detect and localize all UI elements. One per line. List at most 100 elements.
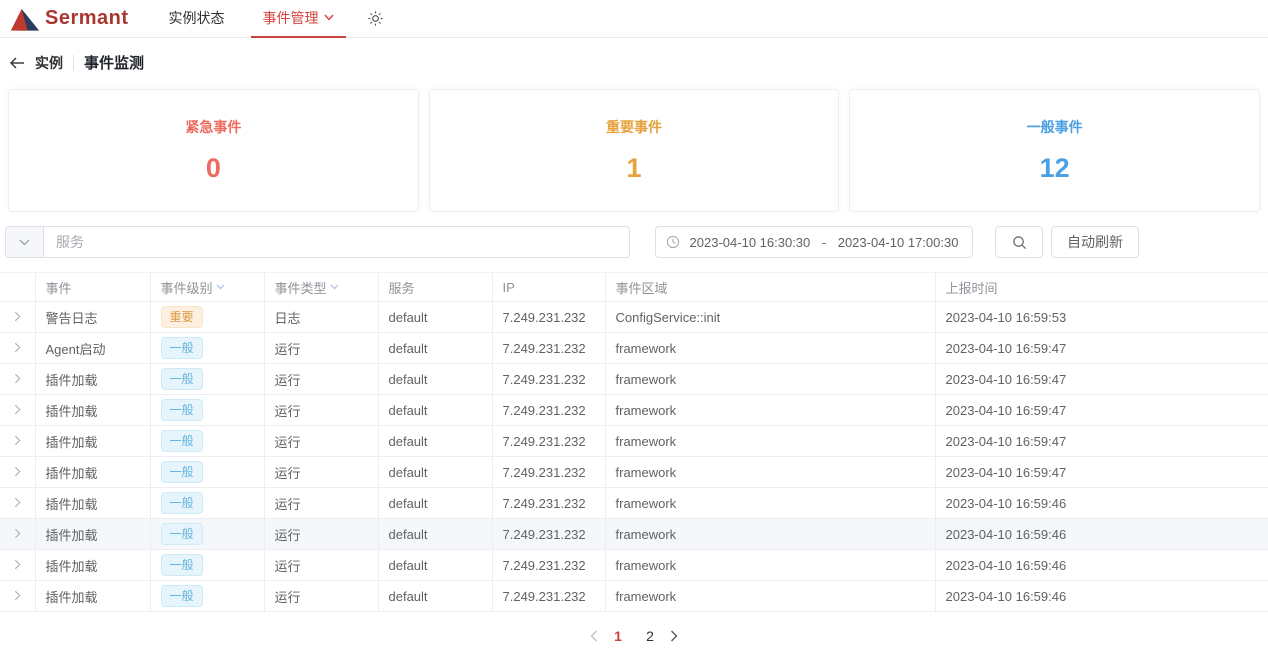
- table-header-row: 事件 事件级别 事件类型 服务 IP 事件区域 上报时间: [0, 272, 1268, 302]
- date-start-input[interactable]: 2023-04-10 16:30:30: [686, 235, 814, 250]
- chevron-right-icon: [14, 311, 21, 322]
- cell-event: 插件加载: [35, 580, 151, 612]
- card-urgent-events: 紧急事件 0: [8, 89, 419, 212]
- event-level-badge: 一般: [160, 554, 203, 576]
- event-level-badge: 一般: [160, 461, 203, 483]
- event-level-badge: 一般: [160, 585, 203, 607]
- filter-bar: 2023-04-10 16:30:30 - 2023-04-10 17:00:3…: [0, 212, 1268, 258]
- card-important-events: 重要事件 1: [428, 89, 840, 212]
- cell-scope: framework: [605, 518, 936, 550]
- cell-event: 插件加载: [35, 487, 151, 519]
- cell-service: default: [378, 394, 493, 426]
- table-row[interactable]: 插件加载 一般 运行 default 7.249.231.232 framewo…: [0, 549, 1268, 581]
- chevron-down-icon: [216, 284, 225, 290]
- column-header-event-type[interactable]: 事件类型: [264, 272, 379, 302]
- table-body: 警告日志 重要 日志 default 7.249.231.232 ConfigS…: [0, 301, 1268, 612]
- table-row[interactable]: 警告日志 重要 日志 default 7.249.231.232 ConfigS…: [0, 301, 1268, 333]
- expand-cell[interactable]: [0, 394, 36, 426]
- arrow-left-icon: [10, 57, 25, 69]
- card-normal-events: 一般事件 12: [849, 89, 1261, 212]
- cell-service: default: [378, 549, 493, 581]
- cell-event: 插件加载: [35, 363, 151, 395]
- chevron-right-icon: [14, 466, 21, 477]
- service-search-input[interactable]: [44, 227, 629, 257]
- sun-icon: [368, 11, 383, 26]
- cell-event-level: 一般: [150, 363, 265, 395]
- expand-cell[interactable]: [0, 301, 36, 333]
- theme-toggle-button[interactable]: [368, 11, 383, 26]
- brand-logo[interactable]: Sermant: [10, 6, 129, 32]
- cell-event-type: 日志: [264, 301, 379, 333]
- event-level-badge: 一般: [160, 368, 203, 390]
- breadcrumb-instances-link[interactable]: 实例: [35, 53, 63, 73]
- expand-cell[interactable]: [0, 580, 36, 612]
- expand-cell[interactable]: [0, 487, 36, 519]
- column-header-report-time: 上报时间: [935, 272, 1268, 302]
- cell-scope: framework: [605, 580, 936, 612]
- page-title: 事件监测: [84, 55, 145, 72]
- column-header-event-level[interactable]: 事件级别: [150, 272, 265, 302]
- date-range-picker[interactable]: 2023-04-10 16:30:30 - 2023-04-10 17:00:3…: [655, 226, 973, 258]
- cell-event-type: 运行: [264, 487, 379, 519]
- cell-ip: 7.249.231.232: [492, 425, 606, 457]
- table-row[interactable]: 插件加载 一般 运行 default 7.249.231.232 framewo…: [0, 456, 1268, 488]
- table-row[interactable]: 插件加载 一般 运行 default 7.249.231.232 framewo…: [0, 580, 1268, 612]
- date-end-input[interactable]: 2023-04-10 17:00:30: [834, 235, 962, 250]
- expand-cell[interactable]: [0, 425, 36, 457]
- table-row[interactable]: 插件加载 一般 运行 default 7.249.231.232 framewo…: [0, 518, 1268, 550]
- breadcrumb: 实例 事件监测: [0, 38, 1268, 79]
- expand-cell[interactable]: [0, 363, 36, 395]
- cell-scope: framework: [605, 425, 936, 457]
- expand-cell[interactable]: [0, 549, 36, 581]
- cell-service: default: [378, 580, 493, 612]
- chevron-right-icon: [14, 497, 21, 508]
- cell-ip: 7.249.231.232: [492, 487, 606, 519]
- chevron-down-icon: [324, 14, 334, 21]
- cell-event-level: 一般: [150, 394, 265, 426]
- cell-report-time: 2023-04-10 16:59:46: [935, 487, 1268, 519]
- cell-event-level: 一般: [150, 518, 265, 550]
- auto-refresh-button[interactable]: 自动刷新: [1051, 226, 1139, 258]
- expand-cell[interactable]: [0, 518, 36, 550]
- prev-page-button[interactable]: [590, 630, 598, 642]
- service-filter-group: [5, 226, 630, 258]
- page-button-1[interactable]: 1: [606, 624, 630, 648]
- cell-ip: 7.249.231.232: [492, 363, 606, 395]
- page-button-2[interactable]: 2: [638, 624, 662, 648]
- nav-item-label: 事件管理: [262, 9, 319, 26]
- cell-event-level: 一般: [150, 549, 265, 581]
- cell-event-level: 一般: [150, 487, 265, 519]
- chevron-right-icon: [14, 373, 21, 384]
- service-filter-dropdown[interactable]: [6, 227, 44, 257]
- cell-event-type: 运行: [264, 425, 379, 457]
- table-row[interactable]: Agent启动 一般 运行 default 7.249.231.232 fram…: [0, 332, 1268, 364]
- chevron-right-icon: [14, 342, 21, 353]
- nav-item-event-management[interactable]: 事件管理: [250, 0, 346, 38]
- expand-cell[interactable]: [0, 456, 36, 488]
- next-page-button[interactable]: [670, 630, 678, 642]
- chevron-right-icon: [14, 404, 21, 415]
- brand-name: Sermant: [45, 7, 129, 29]
- expand-cell[interactable]: [0, 332, 36, 364]
- cell-scope: framework: [605, 394, 936, 426]
- table-row[interactable]: 插件加载 一般 运行 default 7.249.231.232 framewo…: [0, 425, 1268, 457]
- table-row[interactable]: 插件加载 一般 运行 default 7.249.231.232 framewo…: [0, 394, 1268, 426]
- card-value: 0: [205, 153, 221, 183]
- cell-report-time: 2023-04-10 16:59:47: [935, 332, 1268, 364]
- table-row[interactable]: 插件加载 一般 运行 default 7.249.231.232 framewo…: [0, 363, 1268, 395]
- cell-event-type: 运行: [264, 456, 379, 488]
- events-table: 事件 事件级别 事件类型 服务 IP 事件区域 上报时间 警告日志 重要 日志 …: [0, 272, 1268, 612]
- nav-item-instance-status[interactable]: 实例状态: [157, 0, 237, 38]
- column-header-ip: IP: [492, 272, 606, 302]
- cell-scope: framework: [605, 332, 936, 364]
- cell-ip: 7.249.231.232: [492, 394, 606, 426]
- cell-report-time: 2023-04-10 16:59:53: [935, 301, 1268, 333]
- table-row[interactable]: 插件加载 一般 运行 default 7.249.231.232 framewo…: [0, 487, 1268, 519]
- back-button[interactable]: [10, 57, 25, 69]
- cell-report-time: 2023-04-10 16:59:47: [935, 425, 1268, 457]
- cell-scope: framework: [605, 549, 936, 581]
- chevron-down-icon: [330, 284, 339, 290]
- cell-ip: 7.249.231.232: [492, 456, 606, 488]
- search-button[interactable]: [995, 226, 1043, 258]
- breadcrumb-divider: [73, 54, 74, 71]
